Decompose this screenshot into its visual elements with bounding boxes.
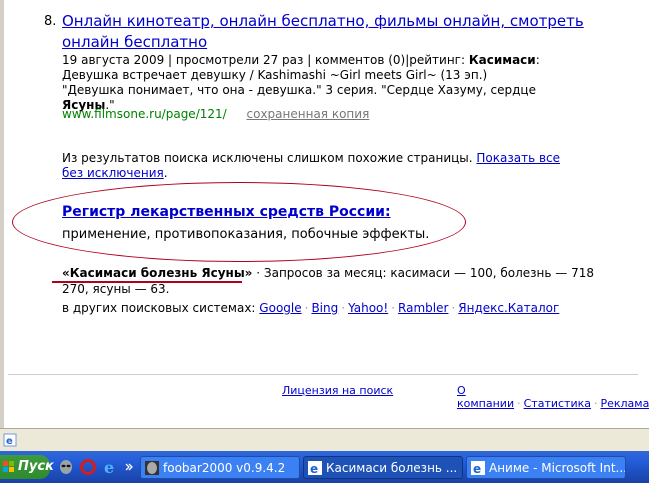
foobar-icon bbox=[145, 461, 159, 475]
result-title-link[interactable]: Онлайн кинотеатр, онлайн бесплатно, филь… bbox=[62, 11, 602, 53]
snippet-text-1: 19 августа 2009 | просмотрели 27 раз | к… bbox=[62, 53, 469, 67]
task-kasimasi-browser[interactable]: e Касимаси болезнь ... bbox=[303, 456, 463, 479]
separator-dot: · bbox=[593, 397, 598, 410]
result-title[interactable]: Онлайн кинотеатр, онлайн бесплатно, филь… bbox=[62, 12, 584, 51]
ie-window-icon: e bbox=[471, 461, 485, 475]
internet-explorer-icon[interactable]: e bbox=[103, 459, 119, 475]
quicklaunch-chevron-icon[interactable] bbox=[124, 459, 134, 475]
stats-link[interactable]: Статистика bbox=[524, 397, 591, 410]
advertising-link[interactable]: Реклама bbox=[600, 397, 649, 410]
engine-bing-link[interactable]: Bing bbox=[311, 301, 338, 315]
windows-flag-icon bbox=[3, 461, 14, 472]
start-label: Пуск bbox=[18, 459, 54, 474]
separator-dot: · bbox=[517, 397, 521, 410]
separator-dot: · bbox=[451, 301, 456, 315]
svg-text:e: e bbox=[6, 436, 13, 447]
ie-page-icon: e bbox=[3, 433, 17, 447]
annotation-oval bbox=[12, 182, 466, 262]
engine-yandex-catalog-link[interactable]: Яндекс.Каталог bbox=[458, 301, 559, 315]
ad-description: применение, противопоказания, побочные э… bbox=[62, 227, 430, 242]
snippet-text-3: "Девушка понимает, что она - девушка." 3… bbox=[62, 83, 536, 97]
engine-rambler-link[interactable]: Rambler bbox=[398, 301, 448, 315]
alien-icon[interactable] bbox=[58, 459, 74, 475]
result-url: www.filmsone.ru/page/121/ bbox=[62, 107, 227, 121]
start-button[interactable]: Пуск bbox=[0, 455, 54, 479]
svg-text:e: e bbox=[104, 459, 114, 475]
other-engines: в других поисковых системах: Google · Bing… bbox=[62, 301, 559, 315]
about-link[interactable]: О компании bbox=[457, 384, 514, 410]
svg-text:e: e bbox=[310, 462, 318, 475]
engine-google-link[interactable]: Google bbox=[259, 301, 301, 315]
svg-text:e: e bbox=[473, 462, 481, 475]
excluded-text: Из результатов поиска исключены слишком … bbox=[62, 151, 477, 165]
result-snippet: 19 августа 2009 | просмотрели 27 раз | к… bbox=[62, 53, 582, 113]
separator-dot: · bbox=[304, 301, 309, 315]
task-label: Касимаси болезнь ... bbox=[326, 461, 458, 475]
cached-copy-link[interactable]: сохраненная копия bbox=[247, 107, 370, 121]
task-foobar2000[interactable]: foobar2000 v0.9.4.2 bbox=[140, 456, 300, 479]
ie-window-icon: e bbox=[308, 461, 322, 475]
other-engines-label: в других поисковых системах: bbox=[62, 301, 260, 315]
footer-divider bbox=[8, 374, 638, 375]
result-number: 8. bbox=[44, 14, 57, 29]
excluded-end: . bbox=[163, 166, 168, 180]
result-url-line: www.filmsone.ru/page/121/ сохраненная ко… bbox=[62, 107, 369, 121]
annotation-underline bbox=[52, 281, 242, 283]
license-link[interactable]: Лицензия на поиск bbox=[282, 384, 393, 397]
task-label: Аниме - Microsoft Int... bbox=[489, 461, 626, 475]
task-label: foobar2000 v0.9.4.2 bbox=[163, 461, 286, 475]
windows-taskbar: Пуск e foobar2000 v0.9.4.2 e Касимаси бо… bbox=[0, 451, 649, 483]
separator-dot: · bbox=[391, 301, 396, 315]
task-anime-ie[interactable]: e Аниме - Microsoft Int... bbox=[466, 456, 626, 479]
excluded-notice: Из результатов поиска исключены слишком … bbox=[62, 151, 582, 181]
browser-status-bar: e bbox=[0, 428, 649, 451]
browser-content: 8. Онлайн кинотеатр, онлайн бесплатно, ф… bbox=[0, 0, 649, 428]
query-text: «Касимаси болезнь Ясуны» bbox=[62, 266, 253, 280]
left-frame-edge bbox=[0, 0, 4, 428]
snippet-highlight-1: Касимаси bbox=[468, 53, 536, 67]
opera-icon[interactable] bbox=[80, 459, 96, 475]
query-separator: · bbox=[252, 266, 264, 280]
ad-title-link[interactable]: Регистр лекарственных средств России: bbox=[62, 204, 391, 220]
separator-dot: · bbox=[341, 301, 346, 315]
footer-links: О компании · Статистика · Реклама bbox=[457, 384, 649, 410]
footer-license: Лицензия на поиск bbox=[282, 384, 393, 397]
engine-yahoo-link[interactable]: Yahoo! bbox=[348, 301, 388, 315]
